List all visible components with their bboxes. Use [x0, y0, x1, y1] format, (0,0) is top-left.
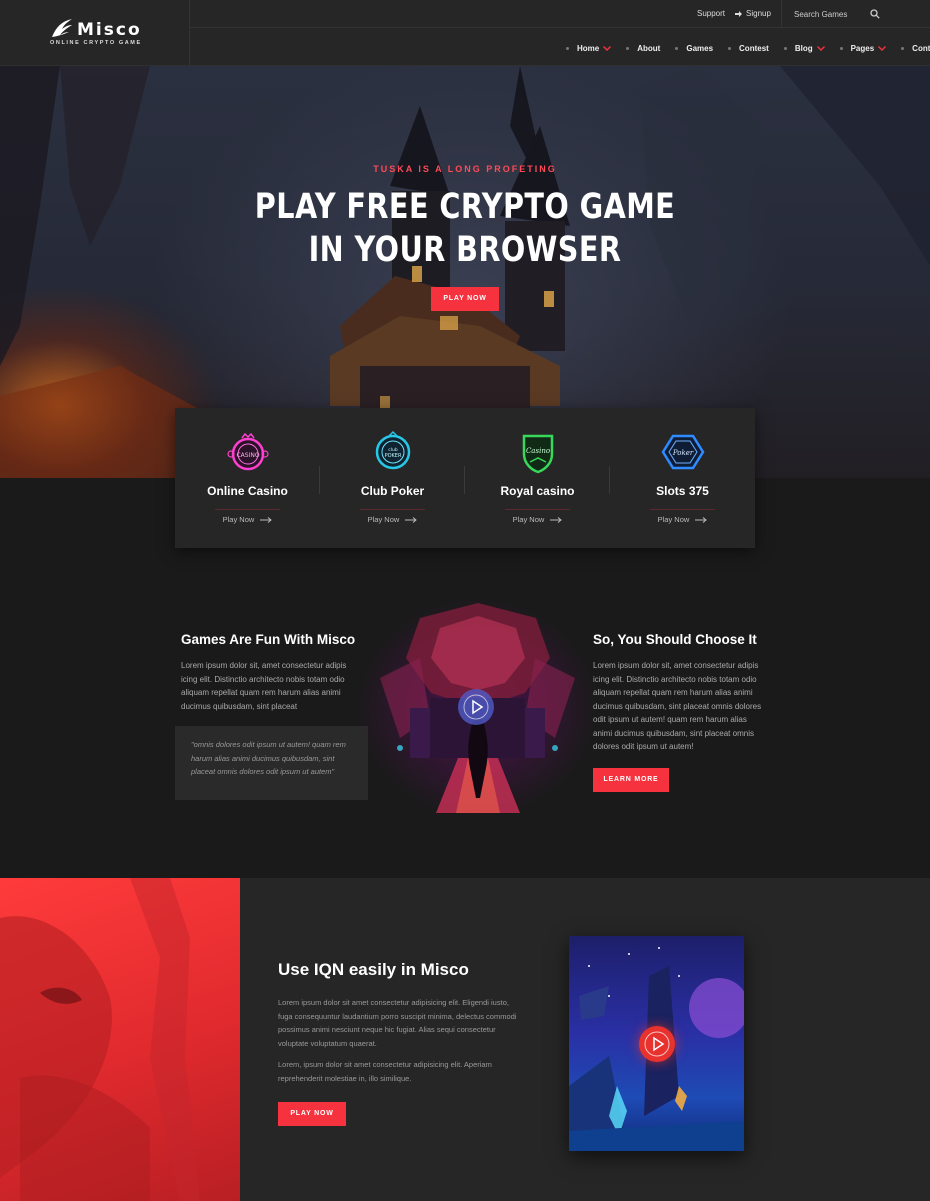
- nav-bullet: [839, 46, 843, 50]
- game-card-royal-casino[interactable]: Casino Royal casino Play Now: [465, 408, 610, 548]
- nav-bullet: [783, 46, 787, 50]
- nav-home[interactable]: Home: [566, 43, 612, 53]
- game-cards: CASINO Online Casino Play Now club POKER…: [175, 408, 755, 548]
- nav-label: Home: [577, 43, 600, 53]
- hero-title-line1: PLAY FREE CRYPTO GAME: [254, 187, 676, 227]
- main-nav: Home About Games Contest Blog Pages Cont…: [566, 42, 930, 54]
- nav-bullet: [566, 46, 569, 50]
- search-box: [781, 0, 930, 28]
- play-now-label: Play Now: [657, 515, 690, 524]
- site-header: Misco ONLINE CRYPTO GAME Support Signup …: [0, 0, 930, 66]
- nav-pages[interactable]: Pages: [839, 43, 887, 53]
- card-divider: [215, 509, 280, 510]
- nav-bullet: [728, 46, 732, 50]
- top-bar: Support Signup: [190, 0, 930, 28]
- about-right-title: So, You Should Choose It: [593, 632, 757, 647]
- about-left-text: Lorem ipsum dolor sit, amet consectetur …: [181, 661, 347, 711]
- game-card-title: Royal casino: [500, 484, 575, 498]
- nav-bullet: [675, 46, 679, 50]
- use-paragraph-2: Lorem, ipsum dolor sit amet consectetur …: [278, 1060, 492, 1083]
- svg-text:POKER: POKER: [384, 453, 401, 459]
- game-card-title: Online Casino: [207, 484, 288, 498]
- nav-blog[interactable]: Blog: [783, 43, 825, 53]
- hero-title: PLAY FREE CRYPTO GAME IN YOUR BROWSER: [84, 186, 847, 272]
- game-card-title: Slots 375: [656, 484, 709, 498]
- use-play-button[interactable]: PLAY NOW: [278, 1102, 346, 1126]
- play-now-label: Play Now: [367, 515, 400, 524]
- club-poker-badge-icon: club POKER: [375, 430, 410, 470]
- search-icon[interactable]: [870, 9, 880, 19]
- about-right-text: Lorem ipsum dolor sit, amet consectetur …: [593, 661, 762, 751]
- hero-subtitle: TUSKA IS A LONG PROFETING: [373, 164, 557, 174]
- play-icon: [644, 1031, 670, 1057]
- play-now-label: Play Now: [512, 515, 545, 524]
- sign-in-icon: [735, 10, 742, 17]
- nav-about[interactable]: About: [626, 44, 660, 53]
- space-video-play-button[interactable]: [639, 1026, 675, 1062]
- play-icon: [463, 694, 489, 720]
- arrow-right-icon: [260, 517, 273, 523]
- brand-name: Misco: [77, 20, 142, 40]
- svg-text:Poker: Poker: [671, 449, 693, 457]
- play-now-label: Play Now: [222, 515, 255, 524]
- casino-neon-icon: CASINO: [226, 432, 269, 471]
- nav-label: Contact: [912, 43, 930, 53]
- nav-games[interactable]: Games: [675, 44, 713, 53]
- nav-bullet: [626, 46, 630, 50]
- about-left-title: Games Are Fun With Misco: [181, 632, 356, 647]
- use-paragraph-1: Lorem ipsum dolor sit amet consectetur a…: [278, 998, 517, 1048]
- nav-label: Contest: [739, 43, 769, 53]
- nav-label: Pages: [850, 43, 875, 53]
- about-quote: "omnis dolores odit ipsum ut autem! quam…: [175, 726, 368, 800]
- brand-tagline: ONLINE CRYPTO GAME: [50, 40, 142, 46]
- svg-text:Casino: Casino: [525, 447, 549, 455]
- arrow-right-icon: [550, 517, 563, 523]
- game-card-online-casino[interactable]: CASINO Online Casino Play Now: [175, 408, 320, 548]
- feather-wing-icon: [52, 19, 72, 37]
- nav-bullet: [901, 46, 905, 50]
- signup-label: Signup: [746, 9, 771, 18]
- svg-text:CASINO: CASINO: [236, 452, 259, 459]
- hero-play-button[interactable]: PLAY NOW: [431, 287, 499, 311]
- play-now-link[interactable]: Play Now: [175, 515, 320, 524]
- card-divider: [360, 509, 425, 510]
- chevron-down-icon: [878, 45, 887, 51]
- game-card-slots-375[interactable]: Poker Slots 375 Play Now: [610, 408, 755, 548]
- nav-label: About: [637, 43, 661, 53]
- arrow-right-icon: [695, 517, 708, 523]
- red-character-panel: [0, 878, 240, 1201]
- play-now-link[interactable]: Play Now: [465, 515, 610, 524]
- use-section: Use IQN easily in Misco Lorem ipsum dolo…: [0, 878, 930, 1201]
- chevron-down-icon: [603, 45, 612, 51]
- royal-casino-shield-icon: Casino: [522, 434, 553, 474]
- character-illustration: [0, 878, 200, 1201]
- game-card-title: Club Poker: [360, 484, 425, 498]
- game-card-club-poker[interactable]: club POKER Club Poker Play Now: [320, 408, 465, 548]
- play-now-link[interactable]: Play Now: [610, 515, 755, 524]
- card-divider: [650, 509, 715, 510]
- learn-more-button[interactable]: LEARN MORE: [593, 768, 669, 792]
- hero-title-line2: IN YOUR BROWSER: [308, 230, 622, 270]
- poker-hexagon-icon: Poker: [661, 434, 704, 470]
- play-now-link[interactable]: Play Now: [320, 515, 465, 524]
- signup-link[interactable]: Signup: [735, 9, 771, 18]
- arrow-right-icon: [405, 517, 418, 523]
- nav-contest[interactable]: Contest: [728, 44, 769, 53]
- card-divider: [505, 509, 570, 510]
- support-link[interactable]: Support: [697, 9, 725, 18]
- search-input[interactable]: [794, 6, 904, 22]
- use-title: Use IQN easily in Misco: [278, 960, 469, 979]
- chevron-down-icon: [816, 45, 825, 51]
- nav-label: Games: [686, 43, 714, 53]
- video-play-button[interactable]: [458, 689, 494, 725]
- logo[interactable]: Misco ONLINE CRYPTO GAME: [0, 0, 190, 66]
- nav-label: Blog: [794, 43, 813, 53]
- nav-contact[interactable]: Contact: [901, 44, 930, 53]
